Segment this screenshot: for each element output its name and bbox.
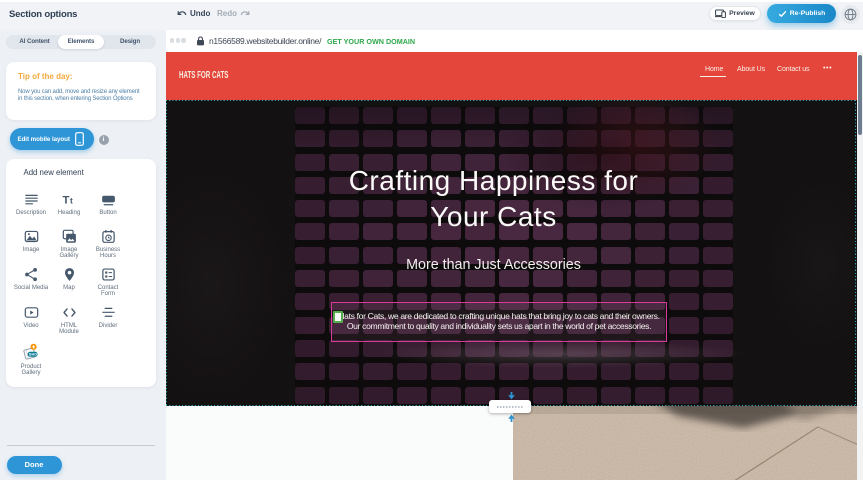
svg-text:t: t <box>69 196 72 206</box>
svg-text:SHOP: SHOP <box>29 353 40 357</box>
svg-text:T: T <box>62 195 69 207</box>
